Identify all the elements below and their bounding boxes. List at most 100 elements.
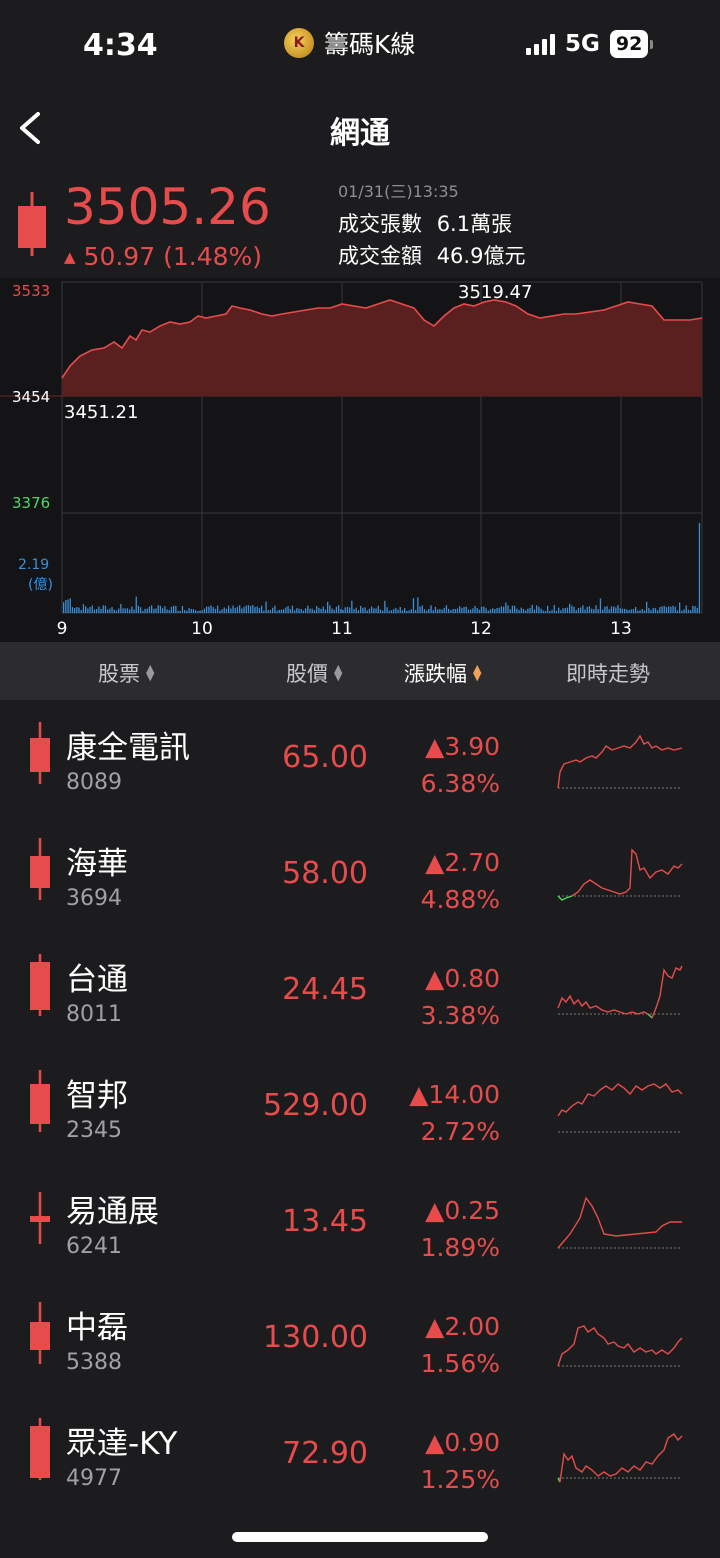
- volume-bar: [362, 607, 364, 613]
- volume-bar: [549, 611, 551, 613]
- sort-by-change[interactable]: 漲跌幅 ▲ ▼: [404, 658, 481, 688]
- volume-bar: [434, 606, 437, 613]
- volume-bar: [250, 606, 252, 613]
- intraday-chart[interactable]: 3533 3454 3376 2.19 (億) 3519.47 3451.21 …: [0, 278, 720, 642]
- volume-bar: [652, 607, 654, 613]
- app-screen: 4:34 K 籌碼K線 5G 92 網通 3505.26 ▲ 50.97 (1.…: [0, 0, 720, 1558]
- stock-change-value: ▲0.80: [425, 964, 500, 993]
- volume-bar: [168, 610, 170, 613]
- stock-row[interactable]: 康全電訊 8089 65.00 ▲3.90 6.38%: [0, 702, 720, 820]
- stock-change-value: ▲0.25: [425, 1196, 500, 1225]
- volume-bar: [245, 605, 247, 613]
- volume-bar: [654, 608, 657, 613]
- volume-bar: [445, 605, 448, 613]
- volume-bar: [192, 609, 195, 613]
- volume-bar: [608, 609, 610, 613]
- price-area: [62, 300, 702, 396]
- volume-bar: [225, 608, 228, 613]
- network-type: 5G: [565, 31, 600, 57]
- volume-bar: [681, 610, 683, 613]
- header-stock-label: 股票: [98, 662, 140, 686]
- volume-bar: [98, 606, 100, 613]
- status-app-indicator[interactable]: K 籌碼K線: [284, 26, 415, 60]
- volume-bar: [109, 608, 111, 613]
- x-tick-label: 10: [191, 619, 213, 639]
- volume-bar: [599, 598, 602, 613]
- stock-row[interactable]: 智邦 2345 529.00 ▲14.00 2.72%: [0, 1050, 720, 1168]
- volume-bar: [65, 600, 67, 613]
- volume-bar: [210, 605, 212, 613]
- sort-icon: ▲ ▼: [334, 662, 343, 683]
- volume-bar: [571, 605, 573, 613]
- volume-value: 6.1萬張: [436, 212, 513, 236]
- volume-bar: [507, 605, 509, 613]
- volume-bar: [274, 605, 276, 613]
- volume-bar: [463, 607, 465, 613]
- home-indicator[interactable]: [232, 1532, 488, 1542]
- volume-bar: [426, 610, 428, 613]
- volume-bar: [140, 607, 142, 613]
- volume-bar: [197, 611, 199, 613]
- x-tick-label: 9: [57, 619, 68, 639]
- volume-bar: [203, 608, 206, 613]
- x-tick-label: 11: [331, 619, 353, 639]
- volume-bar: [219, 610, 221, 613]
- stock-row[interactable]: 易通展 6241 13.45 ▲0.25 1.89%: [0, 1166, 720, 1284]
- volume-bar: [148, 606, 151, 613]
- amount-line: 成交金額 46.9億元: [338, 240, 525, 270]
- volume-bar: [518, 610, 520, 613]
- index-change: ▲ 50.97 (1.48%): [64, 242, 262, 271]
- volume-bar: [529, 607, 531, 613]
- volume-bar: [456, 608, 459, 613]
- volume-bar: [551, 609, 553, 613]
- candle-icon: [30, 1418, 50, 1480]
- stock-change: ▲0.90 1.25%: [421, 1424, 500, 1498]
- volume-bar: [485, 608, 487, 613]
- volume-bar: [107, 609, 109, 613]
- volume-bar: [122, 608, 124, 613]
- header-trend-label: 即時走勢: [566, 662, 650, 686]
- volume-bar: [76, 607, 78, 613]
- header-price-label: 股價: [286, 662, 328, 686]
- index-change-value: 50.97: [83, 242, 156, 271]
- stock-row[interactable]: 台通 8011 24.45 ▲0.80 3.38%: [0, 934, 720, 1052]
- volume-bar: [208, 606, 210, 613]
- volume-bar: [184, 610, 186, 613]
- volume-bar: [696, 607, 698, 613]
- volume-bar: [522, 608, 525, 613]
- volume-bar: [155, 608, 157, 613]
- stock-change-pct: 6.38%: [420, 769, 500, 798]
- y-mid-label: 3454: [12, 388, 50, 406]
- stock-row[interactable]: 中磊 5388 130.00 ▲2.00 1.56%: [0, 1282, 720, 1400]
- vol-max-label: 2.19: [18, 557, 49, 573]
- candle-icon: [30, 1070, 50, 1132]
- volume-bar: [151, 605, 153, 613]
- status-time: 4:34: [83, 28, 158, 63]
- stock-row[interactable]: 海華 3694 58.00 ▲2.70 4.88%: [0, 818, 720, 936]
- volume-bar: [410, 609, 412, 613]
- volume-bar: [525, 610, 527, 613]
- stock-row[interactable]: 眾達-KY 4977 72.90 ▲0.90 1.25%: [0, 1398, 720, 1496]
- volume-bar: [467, 609, 470, 613]
- volume-bar: [166, 609, 168, 613]
- volume-bar: [547, 605, 549, 613]
- volume-bar: [265, 601, 267, 613]
- volume-bar: [406, 611, 408, 613]
- volume-bar: [340, 608, 342, 613]
- volume-bar: [659, 607, 661, 613]
- volume-bar: [327, 601, 329, 613]
- volume-bar: [663, 605, 665, 613]
- candle-icon: [30, 1302, 50, 1364]
- sparkline: [557, 1083, 683, 1133]
- volume-bar: [272, 607, 274, 613]
- volume-bar: [298, 608, 300, 613]
- volume-bar: [461, 607, 463, 613]
- sparkline: [557, 1325, 683, 1367]
- sort-by-stock[interactable]: 股票 ▲ ▼: [98, 658, 154, 688]
- volume-bar: [78, 607, 80, 613]
- volume-bar: [186, 610, 188, 613]
- volume-bar: [690, 610, 692, 613]
- volume-bar: [408, 610, 410, 613]
- sort-by-price[interactable]: 股價 ▲ ▼: [286, 658, 342, 688]
- volume-bar: [234, 608, 236, 613]
